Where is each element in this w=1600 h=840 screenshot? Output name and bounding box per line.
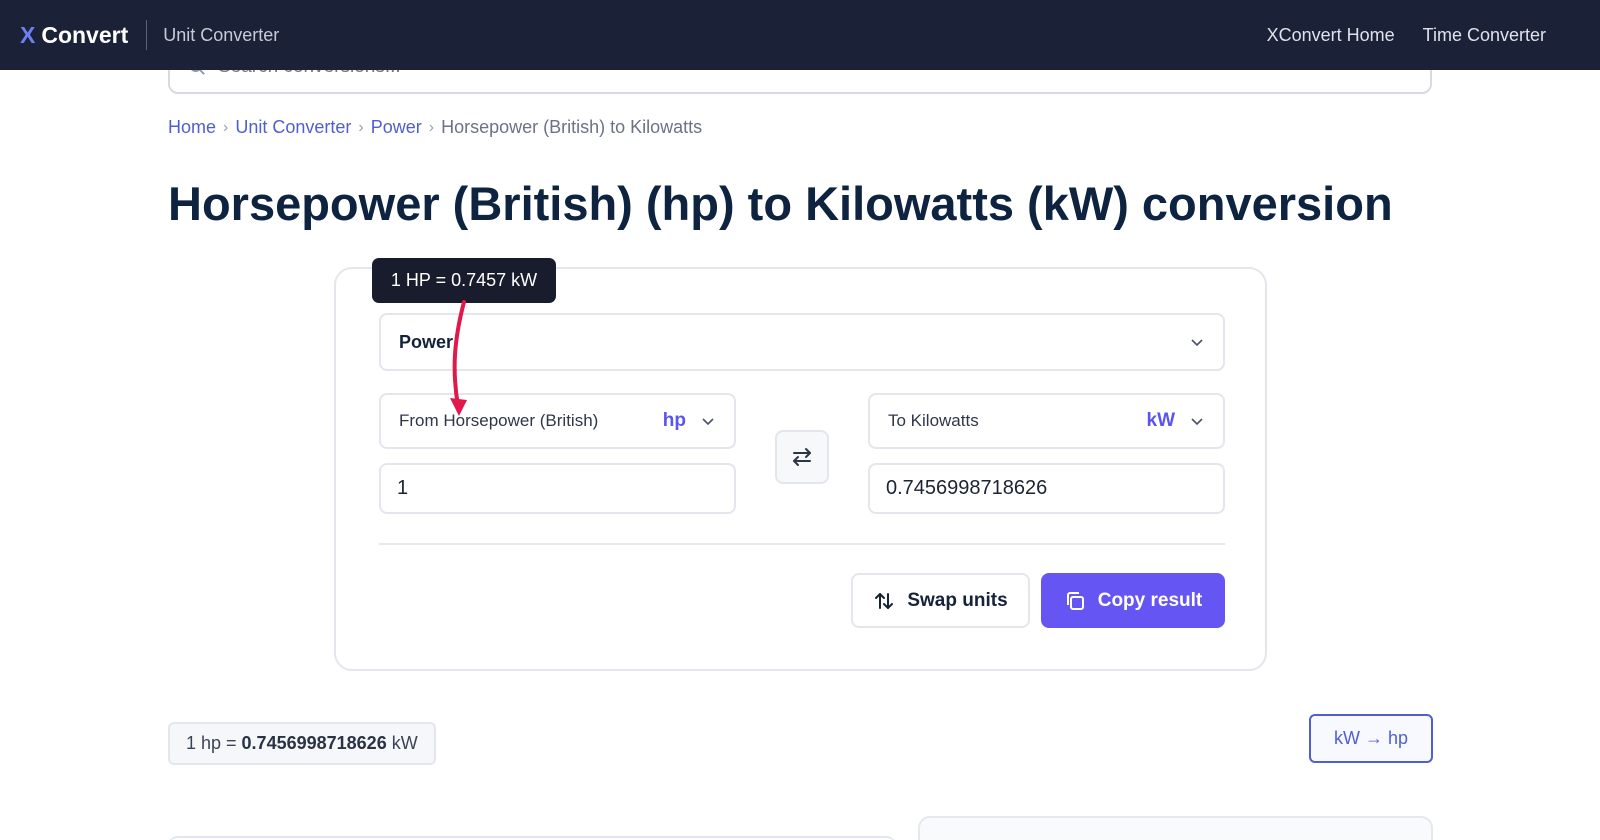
result-prefix: 1 hp =: [186, 733, 237, 753]
copy-result-label: Copy result: [1097, 589, 1203, 611]
swap-units-label: Swap units: [907, 589, 1008, 611]
to-unit-select[interactable]: To Kilowatts kW: [868, 393, 1225, 449]
swap-vertical-icon: [875, 592, 894, 609]
brand-x: X: [20, 21, 36, 48]
swap-arrows-icon: [793, 448, 811, 466]
breadcrumb-separator-icon: ›: [428, 118, 435, 136]
content-card: [168, 836, 896, 840]
from-unit-label: From Horsepower (British): [399, 411, 599, 430]
top-navbar: X Convert Unit Converter XConvert Home T…: [0, 0, 1600, 70]
nav-links: XConvert Home Time Converter: [1267, 25, 1546, 46]
chevron-down-icon: [702, 418, 714, 426]
from-unit-select[interactable]: From Horsepower (British) hp: [379, 393, 736, 449]
result-value: 0.7456998718626: [241, 733, 387, 753]
from-unit-abbr: hp: [662, 410, 686, 431]
nav-link-xconvert-home[interactable]: XConvert Home: [1267, 25, 1395, 46]
breadcrumb-power[interactable]: Power: [371, 117, 422, 138]
breadcrumb-home[interactable]: Home: [168, 117, 216, 138]
annotation-arrow-icon: [450, 300, 467, 416]
copy-icon: [1066, 591, 1084, 610]
conversion-tooltip: 1 HP = 0.7457 kW: [372, 258, 556, 303]
to-value-output[interactable]: 0.7456998718626: [868, 463, 1225, 514]
brand-name: Convert: [41, 21, 129, 48]
result-summary: 1 hp = 0.7456998718626 kW: [168, 722, 436, 765]
page-title: Horsepower (British) (hp) to Kilowatts (…: [168, 177, 1393, 230]
chevron-down-icon: [1191, 418, 1203, 426]
result-unit: kW: [391, 733, 418, 753]
brand-logo[interactable]: X Convert Unit Converter: [20, 20, 279, 50]
swap-units-button[interactable]: Swap units: [851, 573, 1030, 628]
to-unit-label: To Kilowatts: [888, 411, 979, 430]
from-value-input[interactable]: 1: [379, 463, 736, 514]
brand-divider: [146, 20, 148, 50]
swap-direction-button[interactable]: [775, 430, 829, 484]
nav-link-time-converter[interactable]: Time Converter: [1423, 25, 1546, 46]
to-value: 0.7456998718626: [886, 477, 1048, 499]
breadcrumb-separator-icon: ›: [358, 118, 364, 136]
breadcrumb-current: Horsepower (British) to Kilowatts: [441, 117, 703, 137]
reverse-conversion-link[interactable]: kW → hp: [1309, 714, 1433, 763]
breadcrumb: Home › Unit Converter › Power › Horsepow…: [168, 117, 702, 138]
category-select[interactable]: Power: [379, 313, 1225, 371]
copy-result-button[interactable]: Copy result: [1041, 573, 1225, 628]
breadcrumb-unit-converter[interactable]: Unit Converter: [235, 117, 351, 138]
to-unit-abbr: kW: [1146, 410, 1176, 431]
sidebar-card: [918, 816, 1433, 840]
chevron-down-icon: [1191, 339, 1203, 347]
brand-subtitle: Unit Converter: [163, 24, 280, 45]
from-value: 1: [397, 477, 409, 499]
divider: [379, 543, 1225, 545]
breadcrumb-separator-icon: ›: [223, 118, 229, 136]
